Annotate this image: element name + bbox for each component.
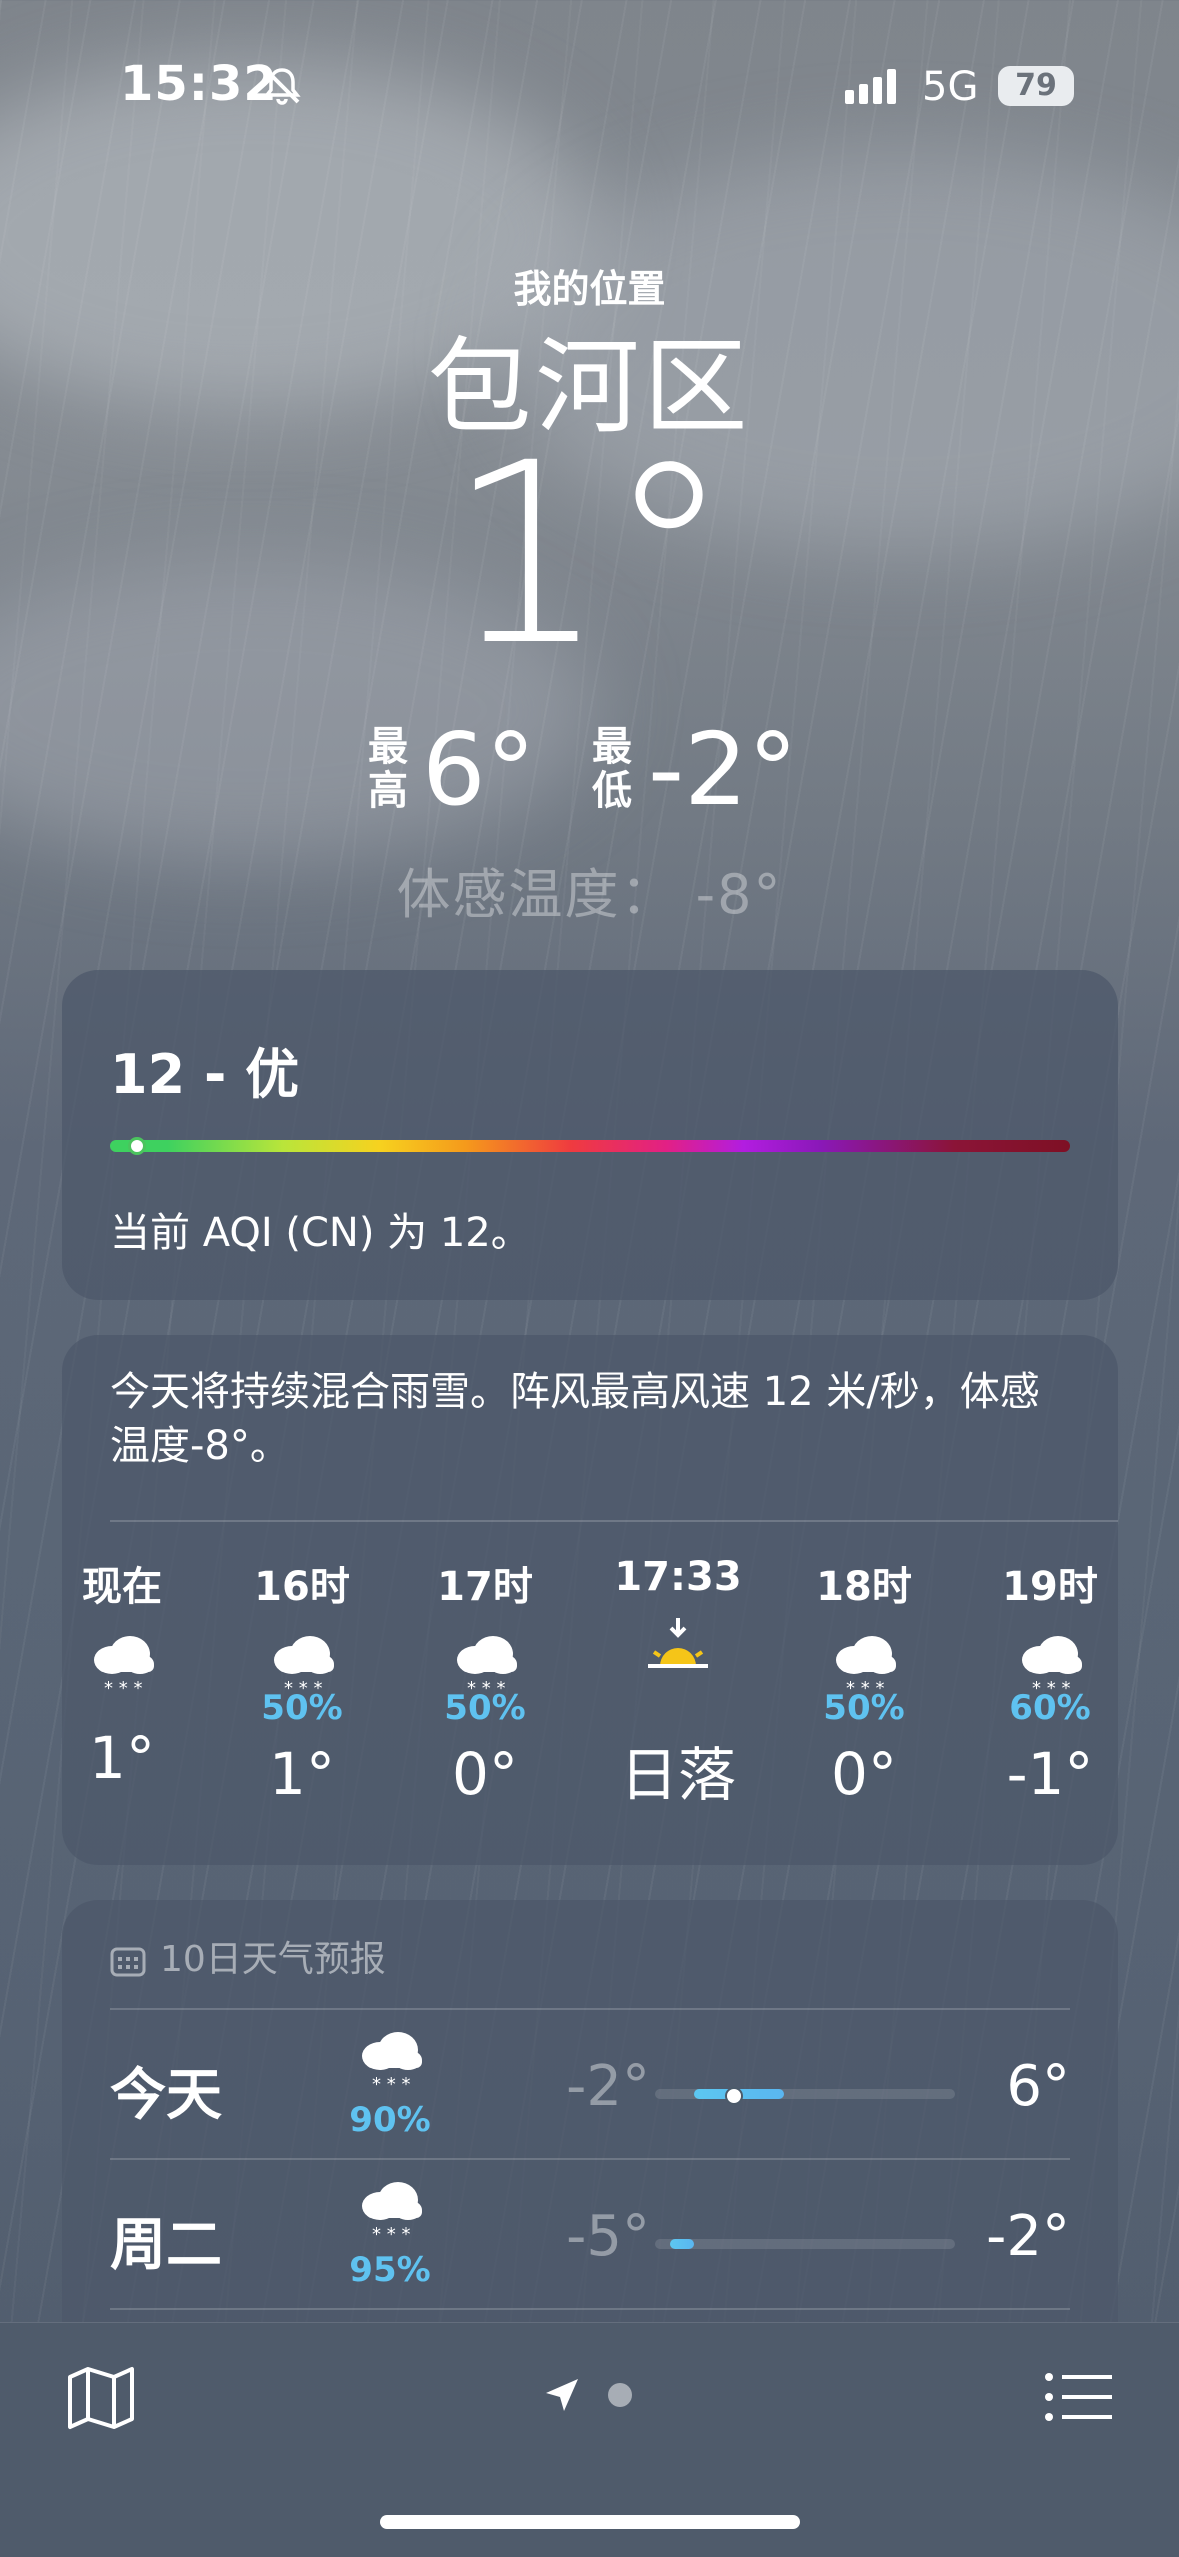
hour-label: 19时 xyxy=(1002,1564,1098,1610)
hourly-scroll[interactable]: 现在 * * * 1° 16时 * * * 50% 1° 17时 * * * 5… xyxy=(62,1540,1118,1850)
feels-like-label: 体感温度 xyxy=(396,863,621,926)
current-temp-dot xyxy=(725,2087,743,2105)
temp-range-track xyxy=(655,2087,955,2105)
sleet-cloud-icon: * * * xyxy=(774,1624,954,1714)
calendar-icon xyxy=(110,1947,146,1977)
high-label: 最高 xyxy=(368,724,408,814)
aqi-title: 12 - 优 xyxy=(110,1043,300,1106)
svg-text:* * *: * * * xyxy=(372,2224,410,2245)
day-high: 6° xyxy=(1006,2054,1070,2119)
day-high: -2° xyxy=(986,2204,1070,2269)
day-label: 今天 xyxy=(110,2063,222,2128)
cellular-signal-icon xyxy=(845,69,896,104)
feels-like: 体感温度： -8° xyxy=(396,863,783,926)
list-icon[interactable] xyxy=(1044,2371,1114,2423)
svg-text:* * *: * * * xyxy=(284,1678,322,1699)
ten-day-title: 10日天气预报 xyxy=(160,1939,386,1980)
svg-text:* * *: * * * xyxy=(467,1678,505,1699)
svg-text:* * *: * * * xyxy=(372,2074,410,2095)
hour-item: 17:33 日落 xyxy=(588,1540,768,1812)
aqi-description: 当前 AQI (CN) 为 12。 xyxy=(110,1210,531,1256)
high-low: 最高 6° 最低 -2° xyxy=(360,715,840,825)
day-precip: 95% xyxy=(349,2250,431,2290)
hour-item: 19时 * * * 60% -1° xyxy=(960,1540,1118,1808)
divider xyxy=(110,2308,1070,2310)
network-type: 5G xyxy=(922,64,979,110)
hour-label: 17时 xyxy=(437,1564,533,1610)
hour-label: 16时 xyxy=(254,1564,350,1610)
current-temperature: 1° xyxy=(447,409,732,700)
ten-day-header: 10日天气预报 xyxy=(110,1930,386,1982)
hour-item: 17时 * * * 50% 0° xyxy=(395,1540,575,1808)
day-label: 周二 xyxy=(110,2213,222,2278)
day-row[interactable]: 周二 * * * 95% -5° -2° xyxy=(110,2160,1070,2310)
hour-temp: 0° xyxy=(452,1740,518,1808)
aqi-scale-bar xyxy=(110,1140,1070,1152)
feels-like-value: -8° xyxy=(695,863,783,926)
day-low: -5° xyxy=(566,2204,650,2269)
svg-text:* * *: * * * xyxy=(846,1678,884,1699)
hour-temp: 0° xyxy=(831,1740,897,1808)
sleet-cloud-icon: * * * xyxy=(212,1624,392,1714)
sleet-cloud-icon: * * * xyxy=(62,1624,212,1714)
page-dot[interactable] xyxy=(608,2383,632,2407)
low-temp: -2° xyxy=(648,711,798,828)
forecast-summary: 今天将持续混合雨雪。阵风最高风速 12 米/秒，体感温度-8°。 xyxy=(110,1369,1040,1469)
temp-range-fill xyxy=(670,2239,694,2249)
sleet-cloud-icon: * * * 95% xyxy=(340,2176,440,2306)
status-time: 15:32 xyxy=(120,56,278,112)
hour-temp: 1° xyxy=(269,1740,335,1808)
hour-item: 18时 * * * 50% 0° xyxy=(774,1540,954,1808)
day-row[interactable]: 今天 * * * 90% -2° 6° xyxy=(110,2010,1070,2160)
hour-temp: 日落 xyxy=(619,1741,736,1809)
home-indicator xyxy=(380,2515,800,2529)
sunset-icon xyxy=(588,1612,768,1702)
temp-range-track xyxy=(655,2239,955,2249)
svg-text:* * *: * * * xyxy=(1032,1678,1070,1699)
muted-bell-icon xyxy=(263,68,301,105)
divider xyxy=(110,1520,1118,1522)
location-arrow-icon[interactable] xyxy=(542,2375,582,2415)
map-icon[interactable] xyxy=(66,2365,136,2431)
svg-text:* * *: * * * xyxy=(104,1678,142,1699)
hour-item: 现在 * * * 1° xyxy=(62,1540,212,1792)
hour-temp: -1° xyxy=(1006,1740,1094,1808)
sleet-cloud-icon: * * * xyxy=(395,1624,575,1714)
status-bar: 15:32 5G 79 xyxy=(0,0,1179,170)
low-label: 最低 xyxy=(592,724,632,814)
day-precip: 90% xyxy=(349,2100,431,2140)
day-low: -2° xyxy=(566,2054,650,2119)
hour-temp: 1° xyxy=(89,1724,155,1792)
sleet-cloud-icon: * * * xyxy=(960,1624,1118,1714)
battery-indicator: 79 xyxy=(998,66,1074,106)
high-temp: 6° xyxy=(422,711,536,828)
sleet-cloud-icon: * * * 90% xyxy=(340,2026,440,2156)
aqi-indicator xyxy=(128,1137,146,1155)
hour-label: 17:33 xyxy=(614,1554,742,1600)
hour-label: 18时 xyxy=(816,1564,912,1610)
hour-label: 现在 xyxy=(82,1564,162,1610)
hour-item: 16时 * * * 50% 1° xyxy=(212,1540,392,1808)
